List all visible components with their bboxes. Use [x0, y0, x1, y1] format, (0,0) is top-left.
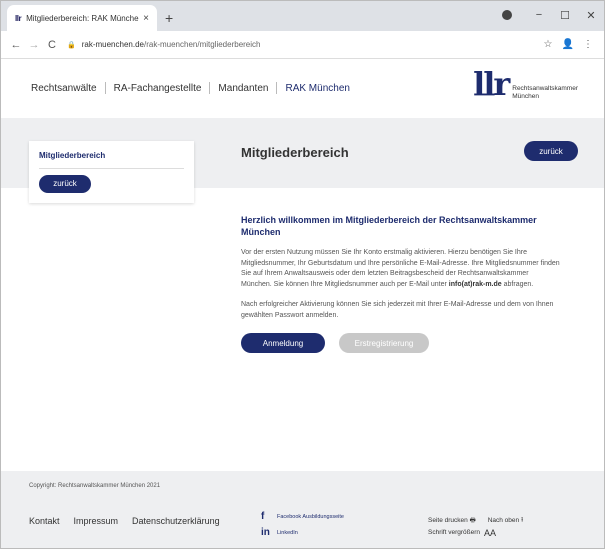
nav-divider [104, 82, 106, 94]
nav-ra-fachangestellte[interactable]: RA-Fachangestellte [114, 83, 202, 94]
activation-text-end: abfragen. [503, 280, 534, 288]
logo-line-1: Rechtsanwaltskammer [512, 85, 578, 92]
print-icon: 🖶 [469, 517, 476, 524]
footer-link-kontakt[interactable]: Kontakt [29, 516, 60, 526]
font-size-link[interactable]: Schrift vergrößern AA [428, 527, 523, 539]
linkedin-icon: in [261, 527, 270, 538]
profile-icon[interactable]: 👤 [558, 39, 578, 50]
nav-divider [276, 82, 278, 94]
window-controls: − ☐ ✕ [502, 1, 604, 29]
browser-toolbar: ← → C 🔒 rak-muenchen.de/rak-muenchen/mit… [1, 31, 604, 59]
forward-arrow-icon[interactable]: → [25, 39, 43, 51]
nav-rak-muenchen[interactable]: RAK München [285, 83, 349, 94]
tab-title: Mitgliederbereich: RAK München [26, 13, 140, 23]
login-button[interactable]: Anmeldung [241, 333, 325, 353]
facebook-link[interactable]: f Facebook Ausbildungsseite [261, 511, 344, 522]
sidebar-menu: Mitgliederbereich zurück [29, 141, 194, 203]
facebook-icon: f [261, 511, 265, 522]
profile-dot-icon[interactable] [502, 10, 512, 20]
nav-divider [209, 82, 211, 94]
social-links: f Facebook Ausbildungsseite in LinkedIn [261, 511, 344, 543]
logo-mark-icon: llr [473, 65, 510, 103]
to-top-link[interactable]: Nach oben ⭱ [488, 515, 524, 527]
arrow-up-icon: ⭱ [520, 517, 524, 524]
sidebar-back-button[interactable]: zurück [39, 174, 91, 193]
activation-paragraph: Vor der ersten Nutzung müssen Sie Ihr Ko… [241, 248, 561, 290]
print-link[interactable]: Seite drucken 🖶 [428, 515, 476, 527]
main-navigation: Rechtsanwälte RA-Fachangestellte Mandant… [31, 82, 350, 94]
maximize-button[interactable]: ☐ [552, 9, 578, 22]
site-logo[interactable]: llr Rechtsanwaltskammer München [473, 65, 578, 103]
logo-text: Rechtsanwaltskammer München [512, 85, 578, 101]
browser-window: llr Mitgliederbereich: RAK München × + −… [0, 0, 605, 549]
facebook-label: Facebook Ausbildungsseite [277, 513, 344, 520]
back-button[interactable]: zurück [524, 141, 578, 161]
bookmark-star-icon[interactable]: ☆ [538, 39, 558, 50]
back-arrow-icon[interactable]: ← [7, 39, 25, 51]
main-content: Herzlich willkommen im Mitgliederbereich… [241, 214, 561, 353]
reload-icon[interactable]: C [43, 39, 61, 51]
font-size-label: Schrift vergrößern [428, 529, 481, 536]
close-window-button[interactable]: ✕ [578, 9, 604, 22]
logo-line-2: München [512, 93, 539, 100]
font-size-icon: AA [484, 528, 497, 538]
url-host: rak-muenchen.de [81, 40, 144, 49]
sidebar-divider [39, 168, 184, 169]
url-path: /rak-muenchen/mitgliederbereich [143, 40, 261, 49]
browser-tab[interactable]: llr Mitgliederbereich: RAK München × [7, 5, 157, 31]
linkedin-label: LinkedIn [277, 529, 298, 536]
linkedin-link[interactable]: in LinkedIn [261, 527, 344, 538]
minimize-button[interactable]: − [526, 9, 552, 21]
address-bar[interactable]: 🔒 rak-muenchen.de/rak-muenchen/mitgliede… [67, 35, 532, 55]
site-header: Rechtsanwälte RA-Fachangestellte Mandant… [1, 59, 604, 117]
action-buttons: Anmeldung Erstregistrierung [241, 333, 561, 353]
footer-link-impressum[interactable]: Impressum [74, 516, 119, 526]
nav-mandanten[interactable]: Mandanten [218, 83, 268, 94]
page-tools: Seite drucken 🖶 Nach oben ⭱ Schrift verg… [428, 515, 523, 539]
login-info-paragraph: Nach erfolgreicher Aktivierung können Si… [241, 301, 554, 319]
tab-close-icon[interactable]: × [143, 13, 149, 24]
nav-rechtsanwaelte[interactable]: Rechtsanwälte [31, 83, 97, 94]
lock-icon: 🔒 [67, 41, 76, 49]
copyright: Copyright: Rechtsanwaltskammer München 2… [29, 483, 161, 489]
browser-menu-icon[interactable]: ⋮ [578, 39, 598, 50]
new-tab-button[interactable]: + [165, 10, 173, 26]
footer-navigation: Kontakt Impressum Datenschutzerklärung [29, 516, 220, 526]
to-top-label: Nach oben [487, 517, 520, 524]
sidebar-title[interactable]: Mitgliederbereich [39, 151, 184, 160]
welcome-heading: Herzlich willkommen im Mitgliederbereich… [241, 215, 537, 237]
tab-bar: llr Mitgliederbereich: RAK München × + −… [1, 1, 604, 31]
register-button: Erstregistrierung [339, 333, 429, 353]
email-link[interactable]: info(at)rak-m.de [449, 281, 502, 288]
footer-link-datenschutz[interactable]: Datenschutzerklärung [132, 516, 220, 526]
site-favicon-icon: llr [15, 13, 22, 23]
print-label: Seite drucken [428, 517, 468, 524]
page-title: Mitgliederbereich [241, 145, 349, 160]
